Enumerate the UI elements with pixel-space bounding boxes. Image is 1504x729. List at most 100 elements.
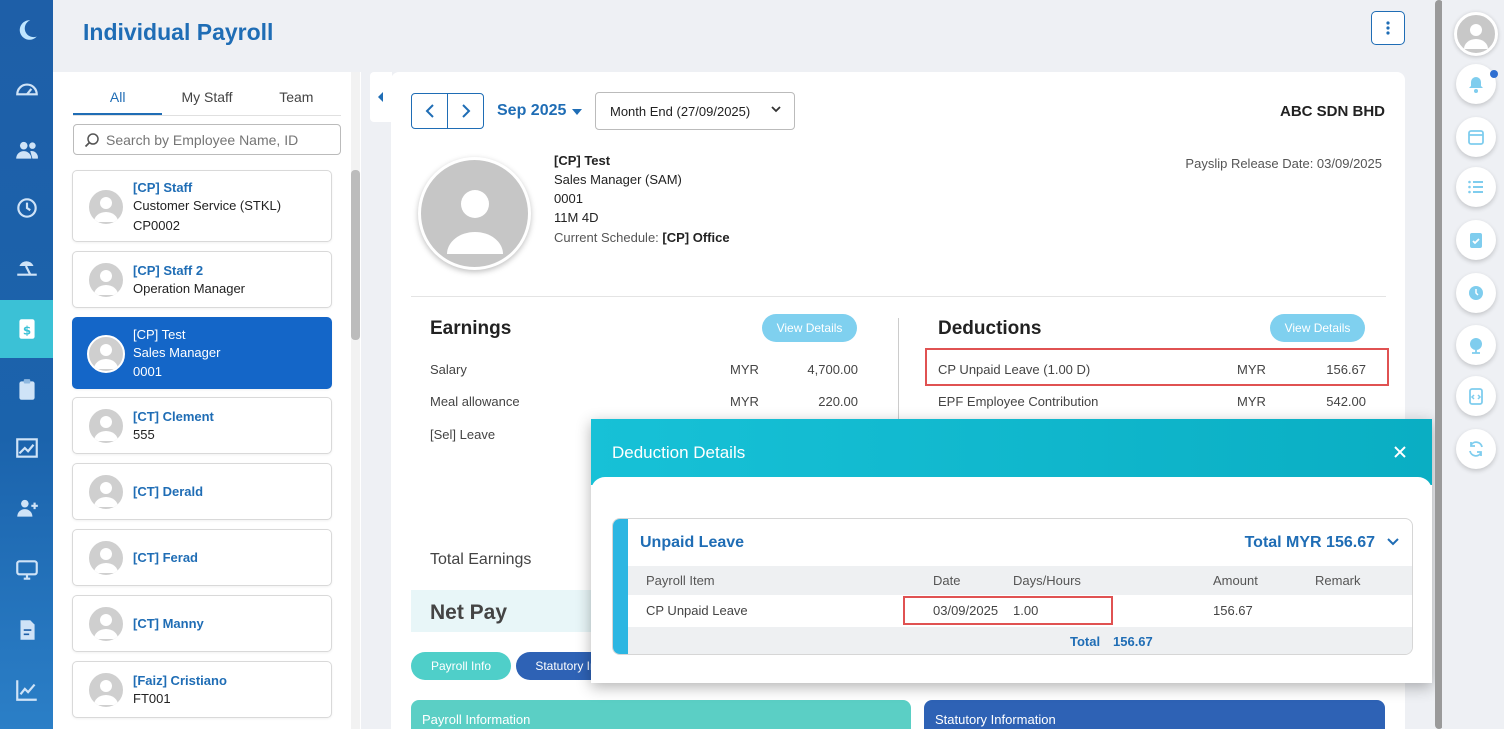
employee-tabs: All My Staff Team — [73, 86, 341, 116]
chart-icon[interactable] — [0, 428, 53, 468]
employee-position: Customer Service (STKL) — [133, 198, 282, 213]
collapse-panel-button[interactable] — [370, 72, 392, 122]
search-input[interactable] — [106, 131, 336, 148]
refresh-button[interactable] — [1456, 429, 1496, 469]
column-header: Remark — [1315, 573, 1361, 588]
employee-name: [CT] Ferad — [133, 550, 198, 565]
calendar-icon — [1468, 130, 1484, 145]
employee-name: [CP] Staff 2 — [133, 263, 204, 278]
monitor-icon[interactable] — [0, 550, 53, 590]
cell-payroll-item: CP Unpaid Leave — [646, 603, 748, 618]
clipboard-icon[interactable] — [0, 370, 53, 410]
kebab-icon — [1386, 21, 1390, 35]
table-header: Payroll Item Date Days/Hours Amount Rema… — [628, 566, 1412, 595]
net-pay-label: Net Pay — [430, 601, 508, 624]
payroll-run-select[interactable]: Month End (27/09/2025) — [595, 92, 795, 130]
document-icon[interactable] — [0, 610, 53, 650]
code-button[interactable] — [1456, 376, 1496, 416]
group-total: Total MYR 156.67 — [1244, 534, 1375, 551]
avatar — [87, 188, 125, 226]
list-icon — [1468, 180, 1483, 194]
employee-card[interactable]: [CT] Ferad — [72, 529, 332, 586]
group-title: Unpaid Leave — [640, 534, 745, 551]
tab-payroll-info[interactable]: Payroll Info — [411, 652, 511, 680]
collapse-left-icon — [378, 92, 383, 102]
highlight-box — [903, 596, 1113, 625]
employee-card[interactable]: [CP] Staff 2 Operation Manager — [72, 251, 332, 308]
divider — [411, 296, 1386, 297]
column-header: Amount — [1213, 573, 1258, 588]
people-icon[interactable] — [0, 130, 53, 170]
list-button[interactable] — [1456, 167, 1496, 207]
employee-id: CP0002 — [133, 218, 180, 233]
statutory-information-header: Statutory Information — [924, 700, 1385, 729]
total-value: 156.67 — [1113, 634, 1153, 649]
more-options-button[interactable] — [1371, 11, 1405, 45]
svg-text:$: $ — [22, 323, 30, 337]
employee-schedule: Current Schedule: [CP] Office — [554, 230, 730, 245]
globe-icon — [1470, 338, 1482, 354]
company-name: ABC SDN BHD — [1280, 103, 1385, 120]
prev-period-button[interactable] — [412, 94, 448, 128]
employee-position: Sales Manager — [133, 345, 221, 360]
history-icon[interactable] — [0, 188, 53, 228]
period-selector[interactable]: Sep 2025 — [497, 102, 566, 120]
earnings-view-details-button[interactable]: View Details — [762, 314, 857, 342]
employee-name: [Faiz] Cristiano — [133, 673, 227, 688]
chevron-left-icon — [425, 104, 434, 118]
globe-button[interactable] — [1456, 325, 1496, 365]
person-icon — [446, 189, 503, 254]
notifications-button[interactable] — [1456, 64, 1496, 104]
dashboard-icon[interactable] — [0, 70, 53, 110]
logo-icon[interactable] — [0, 10, 53, 50]
deductions-view-details-button[interactable]: View Details — [1270, 314, 1365, 342]
notification-dot — [1490, 70, 1498, 78]
earning-currency: MYR — [730, 362, 759, 377]
refresh-icon — [1469, 441, 1483, 457]
chevron-right-icon — [461, 104, 470, 118]
checklist-icon — [1470, 233, 1482, 248]
total-earnings-label: Total Earnings — [430, 551, 532, 568]
tab-all[interactable]: All — [73, 86, 163, 115]
tab-my-staff[interactable]: My Staff — [162, 86, 251, 115]
tab-team[interactable]: Team — [252, 86, 341, 115]
calendar-button[interactable] — [1456, 117, 1496, 157]
employee-list-scrollbar[interactable] — [351, 170, 360, 340]
avatar — [87, 473, 125, 511]
profile-avatar[interactable] — [1454, 12, 1498, 56]
employee-card[interactable]: [CT] Manny — [72, 595, 332, 652]
employee-card[interactable]: [Faiz] Cristiano FT001 — [72, 661, 332, 718]
employee-id: FT001 — [133, 691, 171, 706]
employee-card[interactable]: [CT] Derald — [72, 463, 332, 520]
code-icon — [1469, 388, 1483, 405]
schedule-label: Current Schedule: — [554, 230, 659, 245]
highlight-box — [925, 348, 1389, 386]
employee-card-selected[interactable]: [CP] Test Sales Manager 0001 — [72, 317, 332, 389]
employee-tenure: 11M 4D — [554, 210, 599, 225]
employee-card[interactable]: [CT] Clement 555 — [72, 397, 332, 454]
payroll-icon[interactable]: $ — [0, 300, 53, 358]
checklist-button[interactable] — [1456, 220, 1496, 260]
leave-icon[interactable] — [0, 246, 53, 286]
employee-position: Operation Manager — [133, 281, 246, 296]
schedule-value: [CP] Office — [662, 230, 730, 245]
deduction-label: EPF Employee Contribution — [938, 394, 1099, 409]
employee-name: [CP] Staff — [133, 180, 193, 195]
period-nav — [411, 93, 484, 129]
employee-card[interactable]: [CP] Staff Customer Service (STKL) CP000… — [72, 170, 332, 242]
deductions-title: Deductions — [938, 318, 1042, 339]
next-period-button[interactable] — [448, 94, 483, 128]
close-icon[interactable] — [1392, 444, 1408, 460]
employee-name: [CP] Test — [133, 327, 186, 342]
employee-name: [CT] Manny — [133, 616, 204, 631]
payslip-release-date: Payslip Release Date: 03/09/2025 — [1185, 156, 1382, 171]
caret-down-icon — [572, 109, 582, 115]
add-user-icon[interactable] — [0, 488, 53, 528]
divider — [898, 318, 899, 420]
employee-search — [73, 124, 341, 155]
clock-button[interactable] — [1456, 273, 1496, 313]
earning-amount: 4,700.00 — [807, 362, 858, 377]
chevron-down-icon[interactable] — [1386, 536, 1400, 548]
earnings-title: Earnings — [430, 318, 512, 339]
report-icon[interactable] — [0, 670, 53, 710]
